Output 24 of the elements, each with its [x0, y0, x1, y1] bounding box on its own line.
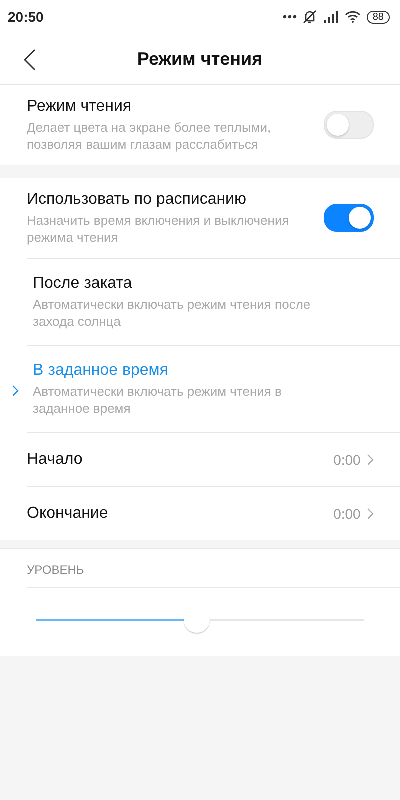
- signal-icon: [322, 11, 339, 23]
- back-button[interactable]: [22, 47, 38, 73]
- wifi-icon: [344, 11, 361, 23]
- status-time: 20:50: [8, 9, 44, 25]
- chevron-icon: [12, 385, 20, 397]
- setting-title: Режим чтения: [27, 98, 133, 116]
- setting-title: Окончание: [27, 504, 110, 522]
- schedule-option[interactable]: После заката Автоматически включать режим чтения после захода солнца: [27, 274, 374, 330]
- setting-title: Начало: [27, 450, 84, 468]
- setting-title: Использовать по расписанию: [27, 190, 248, 208]
- setting-description: Назначить время включения и выключения режима чтения: [27, 212, 290, 246]
- setting-description: Делает цвета на экране более теплыми, позволяя вашим глазам расслабиться: [27, 118, 272, 152]
- chevron-icon: [366, 508, 374, 520]
- time-value: 0:00: [334, 452, 361, 468]
- time-value: 0:00: [334, 506, 361, 522]
- page-title: Режим чтения: [137, 48, 263, 70]
- toggle-switch[interactable]: [324, 204, 374, 232]
- muted-bell-icon: [302, 10, 317, 24]
- chevron-icon: [366, 454, 374, 466]
- section-label: УРОВЕНЬ: [27, 563, 400, 588]
- more-icon: [282, 15, 297, 19]
- battery-level: 88: [366, 10, 390, 24]
- time-row[interactable]: Окончание 0:00: [27, 486, 400, 540]
- time-row[interactable]: Начало 0:00: [27, 432, 400, 486]
